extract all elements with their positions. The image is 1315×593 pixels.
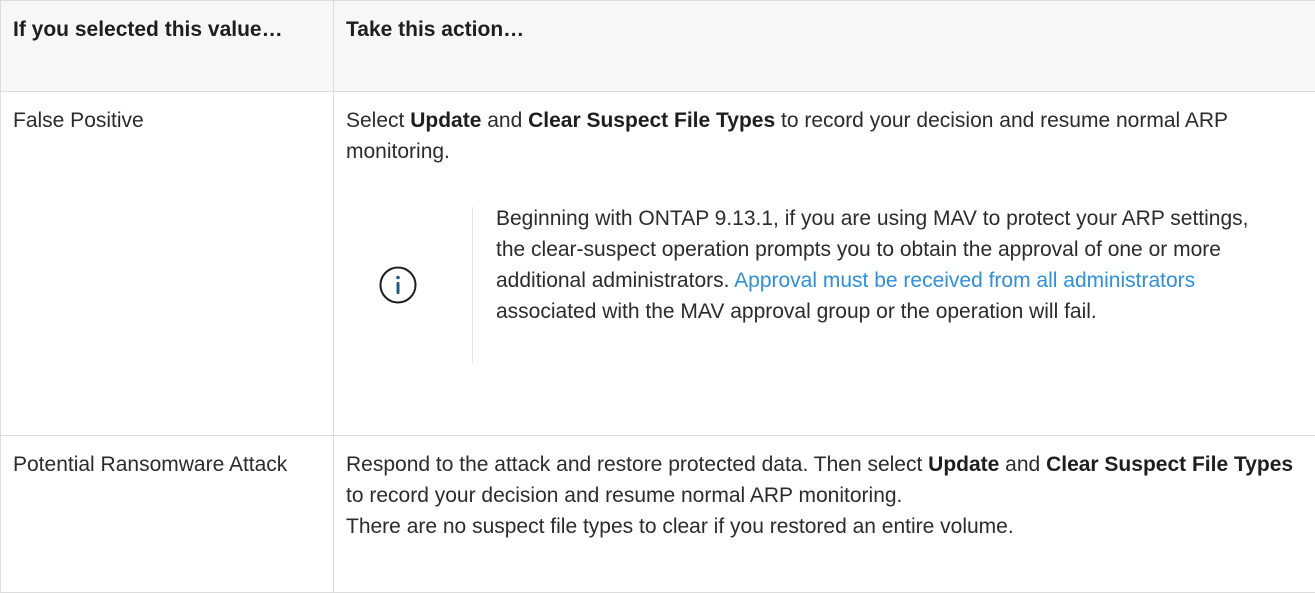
action-cell: Respond to the attack and restore protec…	[334, 436, 1315, 593]
action-text: Respond to the attack and restore protec…	[334, 436, 1315, 542]
value-cell: False Positive	[1, 92, 334, 436]
info-icon	[379, 266, 417, 304]
value-cell: Potential Ransomware Attack	[1, 436, 334, 593]
table-row: False Positive Select Update and Clear S…	[1, 92, 1315, 436]
clear-suspect-file-types-term: Clear Suspect File Types	[528, 109, 775, 132]
update-term: Update	[928, 453, 999, 476]
note-text-after-link: associated with the MAV approval group o…	[496, 300, 1097, 323]
action-text-part: and	[999, 453, 1046, 476]
header-cell-action: Take this action…	[334, 1, 1315, 92]
action-text-part: to record your decision and resume norma…	[346, 484, 902, 507]
table-header-row: If you selected this value… Take this ac…	[1, 1, 1315, 92]
table-row: Potential Ransomware Attack Respond to t…	[1, 436, 1315, 593]
action-text-part: Respond to the attack and restore protec…	[346, 453, 928, 476]
action-text-part: and	[481, 109, 528, 132]
action-text-line2: There are no suspect file types to clear…	[346, 511, 1303, 542]
value-action-table: If you selected this value… Take this ac…	[0, 0, 1315, 593]
value-text: False Positive	[1, 92, 333, 136]
header-cell-value: If you selected this value…	[1, 1, 334, 92]
header-action-label: Take this action…	[334, 1, 1315, 45]
note-icon-column	[360, 207, 473, 363]
update-term: Update	[410, 109, 481, 132]
action-text-part: Select	[346, 109, 410, 132]
clear-suspect-file-types-term: Clear Suspect File Types	[1046, 453, 1293, 476]
approval-link[interactable]: Approval must be received from all admin…	[734, 269, 1195, 292]
note-admonition: Beginning with ONTAP 9.13.1, if you are …	[360, 207, 1303, 363]
header-value-label: If you selected this value…	[1, 1, 333, 45]
action-text: Select Update and Clear Suspect File Typ…	[334, 92, 1315, 363]
note-text: Beginning with ONTAP 9.13.1, if you are …	[496, 203, 1266, 327]
action-cell: Select Update and Clear Suspect File Typ…	[334, 92, 1315, 436]
value-text: Potential Ransomware Attack	[1, 436, 333, 480]
